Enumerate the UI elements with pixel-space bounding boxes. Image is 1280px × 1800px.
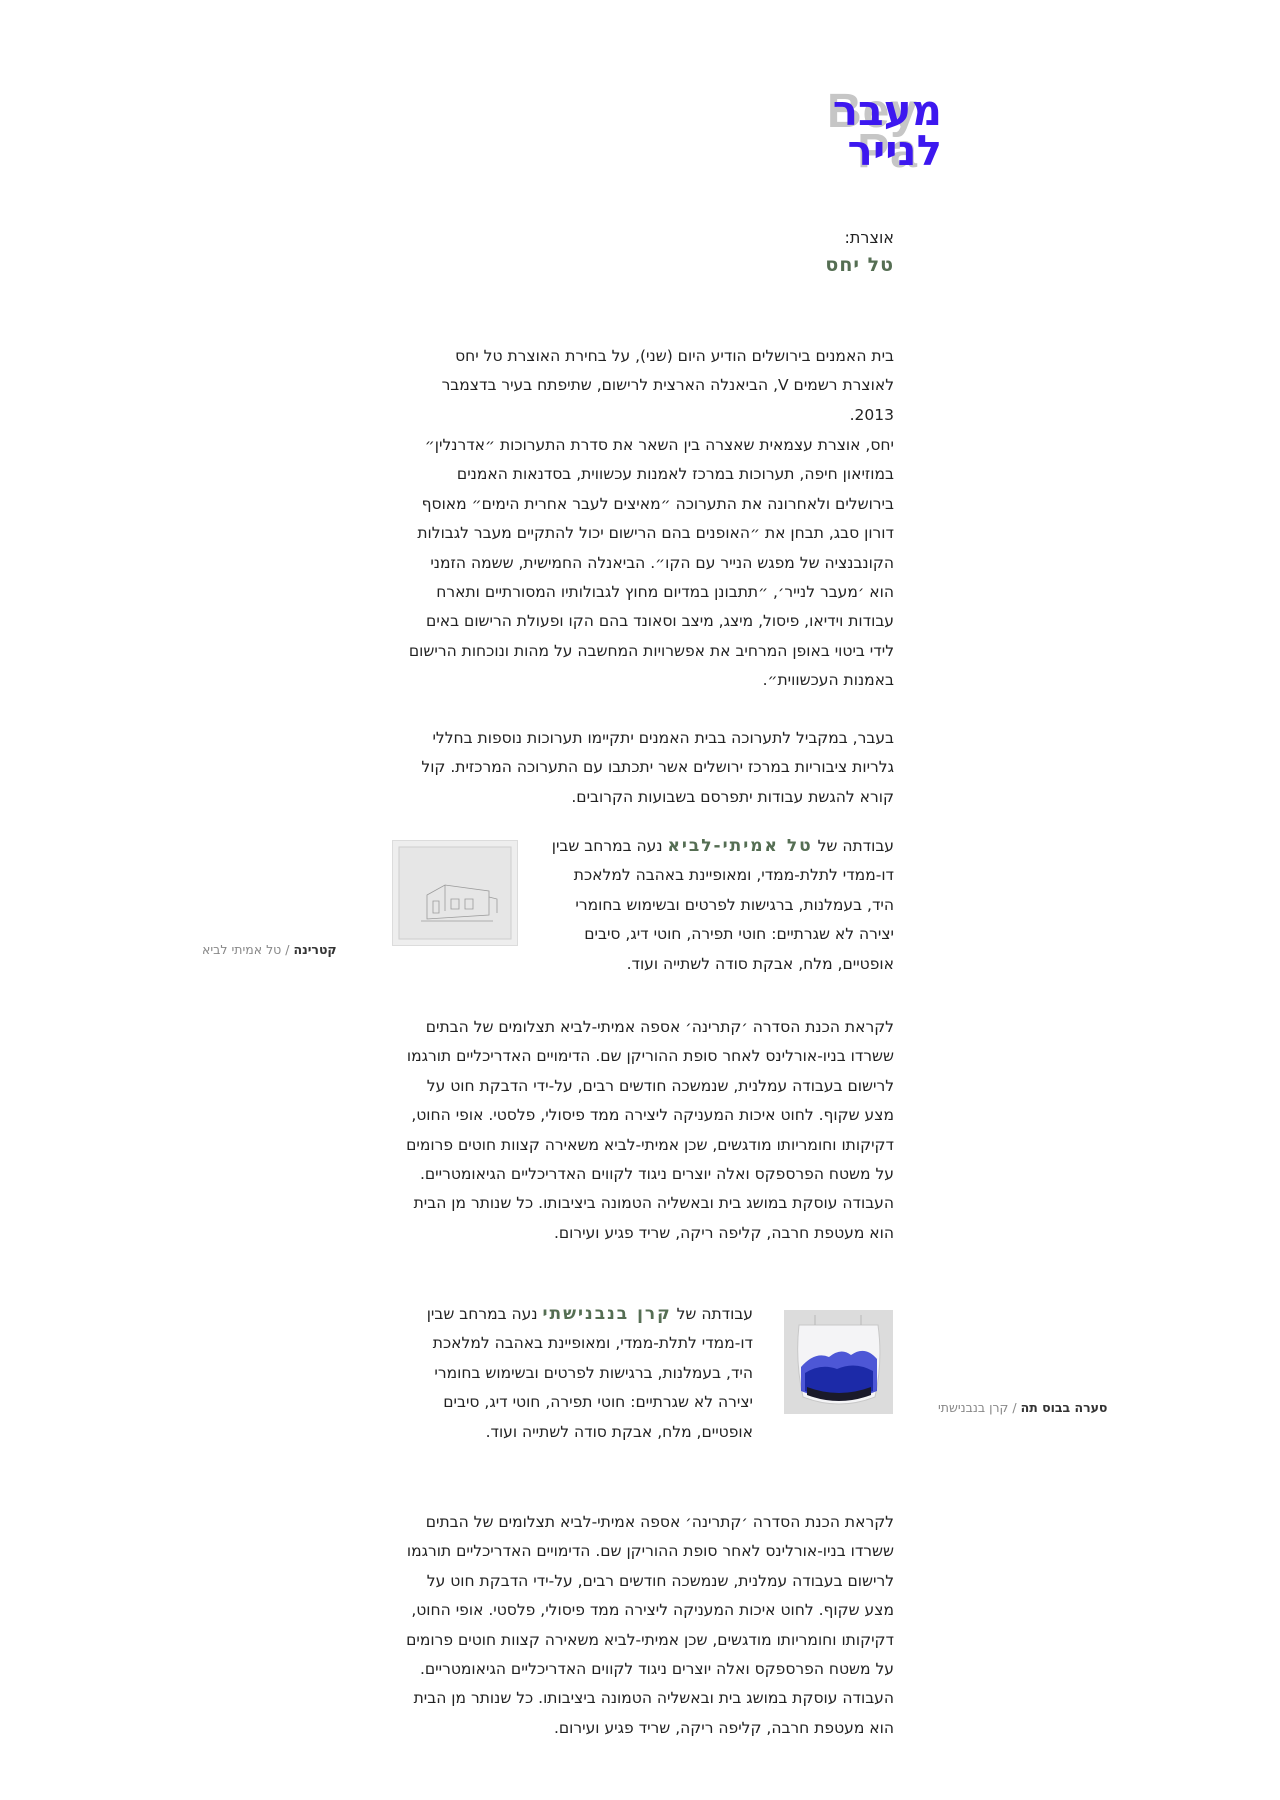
site-logo[interactable]: Bey Pa מעבר לנייר <box>742 88 942 176</box>
artwork2-thumbnail[interactable] <box>784 1310 893 1414</box>
artwork2-intro: עבודתה של קרן בנבנישתי נעה במרחב שבין דו… <box>403 1300 753 1447</box>
artwork2-caption-artist: קרן בנבנישתי <box>938 1400 1009 1415</box>
artwork1-caption: קטרינה / טל אמיתי לביא <box>202 942 337 957</box>
storm-teacup-image <box>785 1311 892 1413</box>
artwork2-artist-link[interactable]: קרן בנבנישתי <box>543 1304 672 1324</box>
artwork2-description: לקראת הכנת הסדרה ׳קתרינה׳ אספה אמיתי-לבי… <box>406 1513 894 1737</box>
artwork2-prefix: עבודתה של <box>676 1305 753 1323</box>
artwork2-caption: סערה בבוס תה / קרן בנבנישתי <box>938 1400 1107 1415</box>
artwork2-caption-title[interactable]: סערה בבוס תה <box>1021 1400 1108 1415</box>
artwork2-text: נעה במרחב שבין דו-ממדי לתלת-ממדי, ומאופי… <box>426 1305 753 1441</box>
artwork1-description: לקראת הכנת הסדרה ׳קתרינה׳ אספה אמיתי-לבי… <box>406 1018 894 1242</box>
artwork1-thumbnail[interactable] <box>392 840 518 946</box>
artwork1-caption-title[interactable]: קטרינה <box>293 942 336 957</box>
logo-hebrew-line2: לנייר <box>847 126 942 175</box>
artwork1-caption-artist: טל אמיתי לביא <box>202 942 282 957</box>
caption-separator: / <box>1012 1400 1017 1415</box>
katrina-sketch-image <box>393 841 517 945</box>
intro-paragraph-1: בית האמנים בירושלים הודיע היום (שני), על… <box>441 347 894 424</box>
intro-paragraph-3: בעבר, במקביל לתערוכה בבית האמנים יתקיימו… <box>421 729 894 806</box>
artwork1-text: נעה במרחב שבין דו-ממדי לתלת-ממדי, ומאופי… <box>551 837 894 973</box>
curator-label: אוצרת: <box>844 228 894 247</box>
curator-name: טל יחס <box>825 254 894 276</box>
caption-separator: / <box>285 942 290 957</box>
intro-paragraph-2: יחס, אוצרת עצמאית שאצרה בין השאר את סדרת… <box>408 436 894 690</box>
artwork1-prefix: עבודתה של <box>817 837 894 855</box>
artwork1-artist-link[interactable]: טל אמיתי-לביא <box>668 836 813 856</box>
artwork1-intro: עבודתה של טל אמיתי-לביא נעה במרחב שבין ד… <box>542 832 894 979</box>
